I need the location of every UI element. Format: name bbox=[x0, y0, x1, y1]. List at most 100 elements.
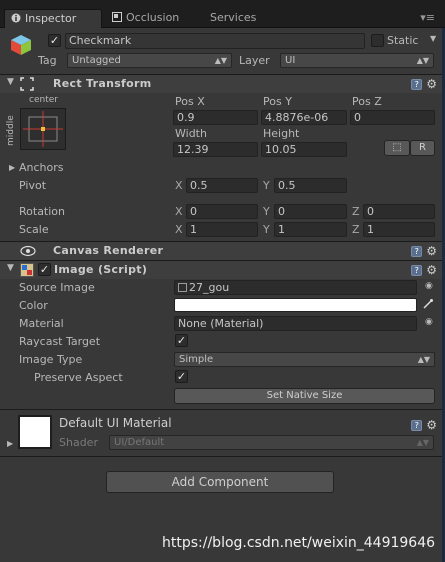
tag-dropdown[interactable]: Untagged ▲▼ bbox=[67, 53, 232, 68]
watermark-url: https://blog.csdn.net/weixin_44919646 bbox=[162, 535, 436, 551]
sprite-icon bbox=[178, 283, 187, 292]
foldout-arrow-icon[interactable]: ▼ bbox=[7, 77, 14, 87]
help-icon[interactable]: ? bbox=[411, 245, 423, 257]
anchor-preset-h-label: center bbox=[29, 95, 58, 105]
shader-value: UI/Default bbox=[114, 437, 165, 448]
help-icon[interactable]: ? bbox=[411, 419, 423, 431]
gear-icon[interactable]: ⚙ bbox=[426, 418, 437, 432]
layer-dropdown[interactable]: UI ▲▼ bbox=[280, 53, 434, 68]
tab-services[interactable]: Services bbox=[204, 9, 284, 28]
tag-label: Tag bbox=[38, 54, 57, 67]
object-name-field[interactable]: Checkmark bbox=[65, 33, 365, 49]
gear-icon[interactable]: ⚙ bbox=[426, 244, 437, 258]
raw-edit-button[interactable]: R bbox=[410, 140, 435, 156]
canvas-renderer-title: Canvas Renderer bbox=[53, 244, 164, 257]
width-label: Width bbox=[175, 127, 207, 140]
help-icon[interactable]: ? bbox=[411, 264, 423, 276]
color-swatch[interactable] bbox=[174, 298, 417, 312]
raycast-target-label: Raycast Target bbox=[19, 335, 101, 348]
pivot-y-field[interactable]: 0.5 bbox=[274, 178, 347, 193]
source-image-field[interactable]: 27_gou bbox=[174, 280, 417, 295]
static-checkbox[interactable]: ✓ bbox=[371, 34, 384, 47]
rotation-z-field[interactable]: 0 bbox=[363, 204, 435, 219]
chevron-updown-icon: ▲▼ bbox=[417, 355, 430, 364]
static-dropdown-icon[interactable]: ▼ bbox=[430, 34, 436, 43]
occlusion-icon bbox=[112, 10, 122, 22]
image-type-dropdown[interactable]: Simple ▲▼ bbox=[174, 352, 435, 367]
chevron-updown-icon: ▲▼ bbox=[416, 438, 429, 447]
anchor-preset-v-label: middle bbox=[6, 115, 16, 146]
rotation-y-field[interactable]: 0 bbox=[274, 204, 347, 219]
image-component-icon bbox=[20, 263, 34, 280]
pos-y-field[interactable]: 4.8876e-06 bbox=[261, 110, 347, 125]
height-field[interactable]: 10.05 bbox=[261, 142, 347, 157]
rotation-label: Rotation bbox=[19, 205, 66, 218]
tag-value: Untagged bbox=[72, 55, 121, 66]
image-script-title: Image (Script) bbox=[54, 263, 148, 276]
tab-occlusion[interactable]: Occlusion bbox=[106, 9, 196, 28]
scale-y-field[interactable]: 1 bbox=[274, 222, 347, 237]
material-preview-foldout-icon[interactable]: ▶ bbox=[7, 439, 13, 448]
tab-bar: Inspector Occlusion Services ▾≡ bbox=[0, 0, 445, 28]
preserve-aspect-checkbox[interactable]: ✓ bbox=[175, 370, 188, 383]
width-field[interactable]: 12.39 bbox=[173, 142, 258, 157]
add-component-button[interactable]: Add Component bbox=[106, 471, 334, 493]
eye-icon bbox=[20, 245, 36, 260]
tab-inspector[interactable]: Inspector bbox=[4, 9, 102, 28]
pos-x-field[interactable]: 0.9 bbox=[173, 110, 258, 125]
rect-transform-header[interactable]: ▼ Rect Transform ? ⚙ bbox=[0, 74, 445, 93]
material-field[interactable]: None (Material) bbox=[174, 316, 417, 331]
tab-occlusion-label: Occlusion bbox=[126, 11, 180, 24]
pivot-x-axis-label: X bbox=[175, 179, 183, 192]
eyedropper-icon[interactable] bbox=[422, 298, 434, 313]
default-material-name: Default UI Material bbox=[59, 416, 172, 430]
anchors-foldout-icon[interactable]: ▶ bbox=[9, 163, 15, 172]
rect-transform-title: Rect Transform bbox=[53, 77, 152, 90]
pos-y-label: Pos Y bbox=[263, 95, 292, 108]
chevron-updown-icon: ▲▼ bbox=[416, 56, 429, 65]
shader-dropdown: UI/Default ▲▼ bbox=[109, 435, 434, 450]
active-checkbox[interactable]: ✓ bbox=[48, 34, 61, 47]
image-enabled-checkbox[interactable]: ✓ bbox=[38, 263, 51, 276]
object-picker-icon[interactable]: ◉ bbox=[425, 281, 433, 291]
preserve-aspect-label: Preserve Aspect bbox=[34, 371, 123, 384]
rect-transform-icon bbox=[20, 77, 34, 94]
set-native-size-button[interactable]: Set Native Size bbox=[174, 388, 435, 404]
height-label: Height bbox=[263, 127, 300, 140]
rotation-x-field[interactable]: 0 bbox=[186, 204, 258, 219]
scale-x-axis-label: X bbox=[175, 223, 183, 236]
static-label: Static bbox=[387, 34, 419, 47]
shader-label: Shader bbox=[59, 436, 98, 449]
scale-x-field[interactable]: 1 bbox=[186, 222, 258, 237]
pos-z-label: Pos Z bbox=[352, 95, 382, 108]
image-type-label: Image Type bbox=[19, 353, 83, 366]
color-label: Color bbox=[19, 299, 48, 312]
anchors-label[interactable]: Anchors bbox=[19, 161, 64, 174]
gear-icon[interactable]: ⚙ bbox=[426, 263, 437, 277]
pivot-label: Pivot bbox=[19, 179, 47, 192]
raycast-target-checkbox[interactable]: ✓ bbox=[175, 334, 188, 347]
object-picker-icon[interactable]: ◉ bbox=[425, 317, 433, 327]
layer-label: Layer bbox=[239, 54, 270, 67]
tab-inspector-label: Inspector bbox=[25, 12, 77, 25]
chevron-updown-icon: ▲▼ bbox=[214, 56, 227, 65]
pivot-y-axis-label: Y bbox=[263, 179, 270, 192]
blueprint-mode-button[interactable]: ⬚ bbox=[384, 140, 410, 156]
scale-z-field[interactable]: 1 bbox=[363, 222, 435, 237]
rotation-x-axis-label: X bbox=[175, 205, 183, 218]
anchor-presets-button[interactable] bbox=[20, 108, 66, 150]
material-label: Material bbox=[19, 317, 64, 330]
gameobject-cube-icon bbox=[9, 33, 33, 60]
canvas-renderer-header[interactable]: Canvas Renderer ? ⚙ bbox=[0, 241, 445, 260]
help-icon[interactable]: ? bbox=[411, 78, 423, 90]
pivot-x-field[interactable]: 0.5 bbox=[186, 178, 258, 193]
pos-x-label: Pos X bbox=[175, 95, 205, 108]
image-script-header[interactable]: ▼ ✓ Image (Script) ? ⚙ bbox=[0, 260, 445, 279]
gear-icon[interactable]: ⚙ bbox=[426, 77, 437, 91]
scale-z-axis-label: Z bbox=[352, 223, 360, 236]
info-icon bbox=[11, 11, 21, 23]
pos-z-field[interactable]: 0 bbox=[350, 110, 435, 125]
foldout-arrow-icon[interactable]: ▼ bbox=[7, 263, 14, 273]
source-image-value: 27_gou bbox=[189, 281, 230, 294]
tab-menu-icon[interactable]: ▾≡ bbox=[420, 11, 435, 24]
